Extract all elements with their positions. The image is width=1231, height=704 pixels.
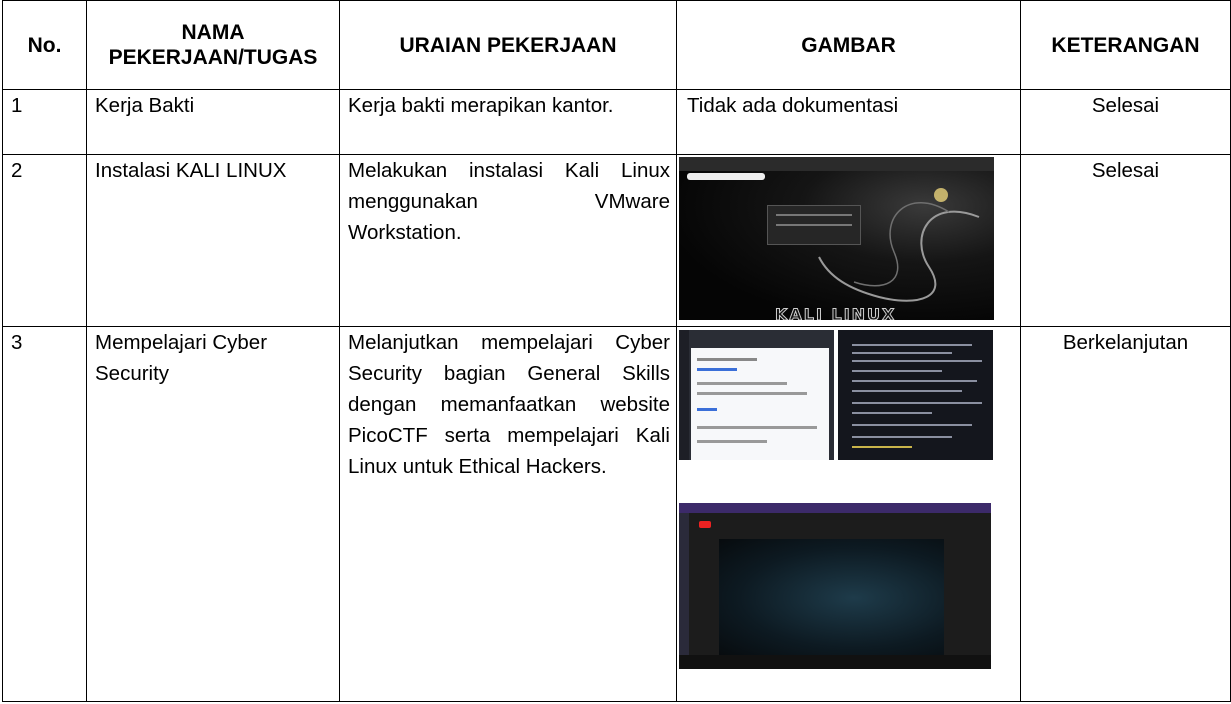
notification-pill bbox=[687, 173, 765, 180]
video-player bbox=[719, 539, 944, 657]
row-keterangan: Berkelanjutan bbox=[1020, 326, 1231, 702]
row-no: 1 bbox=[2, 89, 87, 155]
row-nama: Mempelajari Cyber Security bbox=[86, 326, 340, 702]
picoctf-screenshot bbox=[679, 330, 834, 460]
row-gambar-text: Tidak ada dokumentasi bbox=[676, 89, 1021, 155]
row-keterangan: Selesai bbox=[1020, 154, 1231, 327]
row-no: 3 bbox=[2, 326, 87, 702]
table-row: 2 Instalasi KALI LINUX Melakukan instala… bbox=[2, 154, 1231, 327]
kali-linux-screenshot: KALI LINUX bbox=[679, 157, 994, 320]
table-header-row: No. NAMA PEKERJAAN/TUGAS URAIAN PEKERJAA… bbox=[2, 0, 1231, 90]
table-row: 1 Kerja Bakti Kerja bakti merapikan kant… bbox=[2, 89, 1231, 155]
table-row: 3 Mempelajari Cyber Security Melanjutkan… bbox=[2, 326, 1231, 702]
header-nama: NAMA PEKERJAAN/TUGAS bbox=[86, 0, 340, 90]
report-table: No. NAMA PEKERJAAN/TUGAS URAIAN PEKERJAA… bbox=[2, 0, 1231, 702]
row-keterangan: Selesai bbox=[1020, 89, 1231, 155]
header-gambar: GAMBAR bbox=[676, 0, 1021, 90]
kali-linux-logo: KALI LINUX bbox=[774, 305, 897, 321]
youtube-screenshot bbox=[679, 503, 991, 669]
terminal-screenshot bbox=[838, 330, 993, 460]
row-uraian: Melakukan instalasi Kali Linux menggunak… bbox=[339, 154, 677, 327]
row-uraian: Melanjutkan mempelajari Cyber Security b… bbox=[339, 326, 677, 702]
youtube-logo-icon bbox=[699, 521, 711, 528]
row-nama: Instalasi KALI LINUX bbox=[86, 154, 340, 327]
header-uraian: URAIAN PEKERJAAN bbox=[339, 0, 677, 90]
row-uraian: Kerja bakti merapikan kantor. bbox=[339, 89, 677, 155]
row-gambar: KALI LINUX bbox=[676, 154, 1021, 327]
row-gambar bbox=[676, 326, 1021, 702]
screenshot-pair bbox=[677, 327, 1020, 460]
header-no: No. bbox=[2, 0, 87, 90]
row-no: 2 bbox=[2, 154, 87, 327]
header-keterangan: KETERANGAN bbox=[1020, 0, 1231, 90]
login-dialog bbox=[767, 205, 861, 245]
row-nama: Kerja Bakti bbox=[86, 89, 340, 155]
